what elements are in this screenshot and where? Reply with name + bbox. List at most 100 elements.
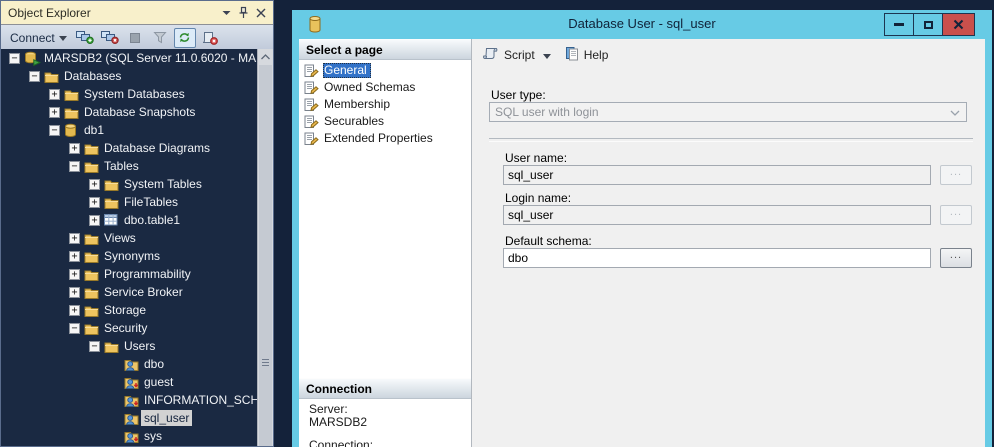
collapse-icon[interactable]: − — [49, 125, 60, 136]
minimize-button[interactable] — [884, 13, 914, 36]
expand-icon[interactable]: + — [89, 179, 100, 190]
refresh-icon[interactable] — [174, 28, 196, 48]
page-item-label[interactable]: Owned Schemas — [323, 80, 419, 95]
dialog-titlebar[interactable]: Database User - sql_user — [292, 10, 992, 39]
expand-icon[interactable]: + — [69, 233, 80, 244]
page-item-label[interactable]: General — [323, 63, 371, 78]
expand-icon[interactable]: + — [49, 89, 60, 100]
expand-icon[interactable]: + — [89, 197, 100, 208]
page-item-membership[interactable]: Membership — [299, 96, 471, 113]
default-schema-browse-button[interactable]: ... — [940, 248, 972, 268]
tree-item-sys[interactable]: sys — [1, 427, 273, 445]
collapse-icon[interactable]: − — [29, 71, 40, 82]
page-item-label[interactable]: Membership — [323, 97, 394, 112]
tree-item-label[interactable]: Users — [121, 338, 158, 354]
script-icon[interactable] — [482, 47, 499, 64]
page-item-label[interactable]: Securables — [323, 114, 388, 129]
user-type-combobox[interactable]: SQL user with login — [489, 102, 967, 122]
expand-icon[interactable]: + — [69, 287, 80, 298]
tree-item-dbo-table1[interactable]: + dbo.table1 — [1, 211, 273, 229]
window-position-chevron-icon[interactable] — [218, 4, 235, 21]
script-x-icon[interactable] — [199, 28, 221, 48]
collapse-icon[interactable]: − — [9, 53, 20, 64]
filter-icon[interactable] — [149, 28, 171, 48]
tree-item-dbo[interactable]: dbo — [1, 355, 273, 373]
tree-item-label[interactable]: FileTables — [121, 194, 181, 210]
help-icon[interactable] — [565, 46, 579, 64]
tree-item-views[interactable]: + Views — [1, 229, 273, 247]
tree-item-db1[interactable]: − db1 — [1, 121, 273, 139]
userx-icon — [124, 429, 141, 443]
scroll-up-icon[interactable] — [258, 49, 273, 64]
close-icon[interactable] — [252, 4, 269, 21]
tree-item-security[interactable]: − Security — [1, 319, 273, 337]
collapse-icon[interactable]: − — [69, 161, 80, 172]
tree-scrollbar[interactable] — [257, 49, 273, 446]
tree-item-label[interactable]: Service Broker — [101, 284, 186, 300]
close-button[interactable] — [942, 13, 975, 36]
tree-item-label[interactable]: Security — [101, 320, 150, 336]
tree-item-label[interactable]: Database Snapshots — [81, 104, 198, 120]
tree-item-label[interactable]: dbo — [141, 356, 167, 372]
disconnect-server-icon[interactable] — [99, 28, 121, 48]
tree-item-sql-user[interactable]: sql_user — [1, 409, 273, 427]
tree-item-filetables[interactable]: + FileTables — [1, 193, 273, 211]
collapse-icon[interactable]: − — [89, 341, 100, 352]
tree-item-programmability[interactable]: + Programmability — [1, 265, 273, 283]
tree-item-label[interactable]: sys — [141, 428, 165, 444]
tree-item-synonyms[interactable]: + Synonyms — [1, 247, 273, 265]
tree-item-information-schem[interactable]: INFORMATION_SCHEM — [1, 391, 273, 409]
connect-server-icon[interactable] — [74, 28, 96, 48]
script-button[interactable]: Script — [504, 48, 535, 62]
expand-icon[interactable]: + — [69, 143, 80, 154]
tree-item-system-databases[interactable]: + System Databases — [1, 85, 273, 103]
page-item-extended-properties[interactable]: Extended Properties — [299, 130, 471, 147]
script-dropdown-icon[interactable] — [543, 54, 551, 59]
connect-button[interactable]: Connect — [6, 29, 71, 47]
tree-item-database-snapshots[interactable]: + Database Snapshots — [1, 103, 273, 121]
tree-item-label[interactable]: dbo.table1 — [121, 212, 183, 228]
tree-item-users[interactable]: − Users — [1, 337, 273, 355]
tree-item-guest[interactable]: guest — [1, 373, 273, 391]
tree-item-storage[interactable]: + Storage — [1, 301, 273, 319]
tree-item-marsdb2-sql-server-11-0-6020-marsd[interactable]: − MARSDB2 (SQL Server 11.0.6020 - MARSD — [1, 49, 273, 67]
stop-icon[interactable] — [124, 28, 146, 48]
scrollbar-grip-icon — [262, 359, 269, 366]
page-item-securables[interactable]: Securables — [299, 113, 471, 130]
tree-item-label[interactable]: System Tables — [121, 176, 205, 192]
page-item-general[interactable]: General — [299, 62, 471, 79]
page-item-owned-schemas[interactable]: Owned Schemas — [299, 79, 471, 96]
tree-item-label[interactable]: sql_user — [141, 410, 192, 426]
help-button[interactable]: Help — [584, 48, 609, 62]
collapse-icon[interactable]: − — [69, 323, 80, 334]
tree-item-label[interactable]: db1 — [81, 122, 107, 138]
expand-icon[interactable]: + — [69, 305, 80, 316]
expand-icon[interactable]: + — [69, 269, 80, 280]
pin-icon[interactable] — [235, 4, 252, 21]
tree-item-label[interactable]: Tables — [101, 158, 142, 174]
maximize-button[interactable] — [913, 13, 943, 36]
tree-item-label[interactable]: Database Diagrams — [101, 140, 213, 156]
expand-icon[interactable]: + — [89, 215, 100, 226]
tree-item-label[interactable]: Programmability — [101, 266, 194, 282]
tree-item-label[interactable]: Views — [101, 230, 139, 246]
tree-item-label[interactable]: Synonyms — [101, 248, 163, 264]
tree-item-database-diagrams[interactable]: + Database Diagrams — [1, 139, 273, 157]
tree-item-label[interactable]: Databases — [61, 68, 124, 84]
tree-item-label[interactable]: System Databases — [81, 86, 188, 102]
page-item-label[interactable]: Extended Properties — [323, 131, 437, 146]
login-name-input[interactable] — [503, 205, 931, 225]
tree-item-tables[interactable]: − Tables — [1, 157, 273, 175]
tree-item-label[interactable]: Storage — [101, 302, 149, 318]
expand-icon[interactable]: + — [49, 107, 60, 118]
expand-icon[interactable]: + — [69, 251, 80, 262]
tree-item-service-broker[interactable]: + Service Broker — [1, 283, 273, 301]
scrollbar-thumb[interactable] — [259, 65, 272, 446]
tree-item-label[interactable]: MARSDB2 (SQL Server 11.0.6020 - MARSD — [41, 50, 273, 66]
tree-item-system-tables[interactable]: + System Tables — [1, 175, 273, 193]
tree-item-label[interactable]: guest — [141, 374, 176, 390]
user-name-input[interactable] — [503, 165, 931, 185]
default-schema-input[interactable] — [503, 248, 931, 268]
tree-item-databases[interactable]: − Databases — [1, 67, 273, 85]
tree-item-label[interactable]: INFORMATION_SCHEM — [141, 392, 273, 408]
